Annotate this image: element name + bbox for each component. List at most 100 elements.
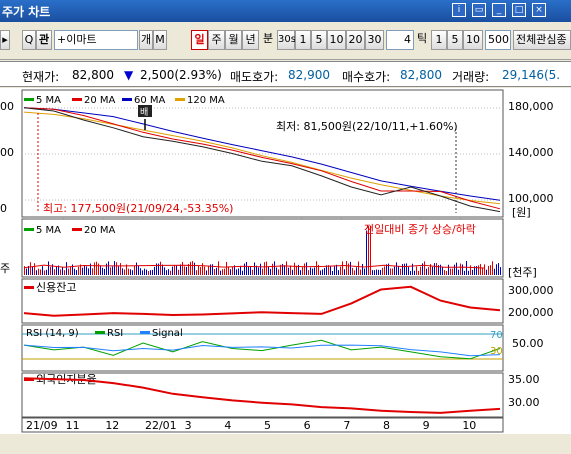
volume-bar: [402, 264, 403, 275]
volume-annotation: 전일대비 종가 상승/하락: [364, 222, 476, 236]
volume-bar: [78, 266, 79, 275]
volume-bar: [226, 261, 227, 275]
volume-bar: [392, 268, 393, 275]
period-week[interactable]: 주: [208, 30, 225, 50]
dropdown-arrow-icon[interactable]: ▸: [0, 30, 10, 50]
period-year[interactable]: 년: [242, 30, 259, 50]
volume-bar: [198, 265, 199, 275]
volume-bar: [242, 270, 243, 275]
volume-bar: [356, 267, 357, 275]
vol-legend-5ma: 5 MA: [36, 225, 61, 236]
tick-input[interactable]: 4: [386, 30, 414, 50]
volume-bar: [418, 270, 419, 275]
volume-bar: [488, 265, 489, 275]
left-tick-3: 0: [0, 202, 7, 215]
volume-bar: [152, 269, 153, 275]
info-icon[interactable]: i: [452, 3, 466, 17]
volume-bar: [250, 267, 251, 275]
volume-bar: [244, 263, 245, 275]
x-axis: 21/09 11 12 22/01 3 4 5 6 7 8 9 10: [21, 417, 504, 433]
minimize-icon[interactable]: _: [492, 3, 506, 17]
down-triangle-icon: ▼: [124, 68, 134, 82]
volume-bar: [124, 269, 125, 275]
tick-5[interactable]: 5: [447, 30, 463, 50]
signal-legend: Signal: [152, 328, 183, 339]
volume-bar: [492, 261, 493, 275]
left-tick-2: 00: [0, 146, 14, 159]
volume-bar: [40, 269, 41, 275]
search-icon[interactable]: Q: [22, 30, 36, 50]
volume-bar: [160, 261, 161, 275]
volume-bar: [448, 264, 449, 275]
marker-label: 배: [140, 107, 148, 118]
volume-bar: [288, 267, 289, 275]
bottom-scrollbar[interactable]: [0, 434, 571, 451]
period-day[interactable]: 일: [191, 30, 208, 50]
volume-bar: [420, 266, 421, 275]
minute-1[interactable]: 1: [295, 30, 311, 50]
volume-bar: [118, 266, 119, 275]
volume-bar: [146, 269, 147, 275]
volume-bar: [240, 265, 241, 275]
watchlist-button[interactable]: 전체관심종: [513, 30, 571, 50]
minute-5[interactable]: 5: [311, 30, 327, 50]
volume-bar: [398, 266, 399, 275]
restore-icon[interactable]: ▭: [472, 3, 486, 17]
volume-bar: [494, 268, 495, 275]
volume-bar: [454, 264, 455, 275]
count-input[interactable]: 500: [485, 30, 511, 50]
volume-bar: [82, 267, 83, 275]
volume-bar: [272, 263, 273, 275]
volume-bar: [480, 264, 481, 275]
volume-bar: [490, 265, 491, 275]
volume-bar: [306, 262, 307, 275]
period-month[interactable]: 월: [225, 30, 242, 50]
x-tick-label: 8: [383, 419, 390, 432]
volume-bar: [452, 268, 453, 275]
minute-10[interactable]: 10: [327, 30, 346, 50]
minute-30[interactable]: 30: [365, 30, 384, 50]
volume-bar: [170, 270, 171, 275]
volume-bar: [74, 268, 75, 275]
chart-area[interactable]: 5 MA 20 MA 60 MA 120 MA 배 최고: 177,500원(2…: [0, 88, 571, 451]
volume-bar: [224, 268, 225, 275]
volume-bar: [364, 268, 365, 275]
volume-bar: [358, 261, 359, 275]
volume-bar: [360, 269, 361, 275]
minute-20[interactable]: 20: [346, 30, 365, 50]
x-tick-label: 3: [185, 419, 192, 432]
volume-bar: [208, 266, 209, 275]
foreign-panel: 외국인지분율 35.00 30.00: [21, 372, 540, 418]
volume-bar: [108, 261, 109, 275]
toolbar: ▸ Q 관 +이마트 개 M 일 주 월 년 분 30s 1 5 10 20 3…: [0, 22, 571, 60]
mode-button-1[interactable]: 개: [139, 30, 153, 50]
legend-20ma: 20 MA: [84, 95, 116, 106]
volume-bar: [290, 265, 291, 275]
stock-name-input[interactable]: +이마트: [54, 30, 138, 50]
rsi-level-30: 30: [490, 346, 503, 357]
rsi-tick-50: 50.00: [512, 337, 544, 350]
minute-30s[interactable]: 30s: [277, 30, 296, 50]
tick-10[interactable]: 10: [463, 30, 483, 50]
volume-bar: [270, 268, 271, 275]
maximize-icon[interactable]: □: [512, 3, 526, 17]
volume-bar: [260, 263, 261, 275]
volume-bar: [500, 267, 501, 275]
chart-svg[interactable]: 5 MA 20 MA 60 MA 120 MA 배 최고: 177,500원(2…: [0, 88, 571, 451]
mode-button-2[interactable]: M: [153, 30, 167, 50]
volume-bar: [68, 268, 69, 275]
volume-bar: [30, 262, 31, 275]
tick-1[interactable]: 1: [431, 30, 447, 50]
volume-bar: [84, 266, 85, 275]
volume-bar: [314, 267, 315, 275]
volume-bar: [310, 267, 311, 275]
volume-bar: [468, 270, 469, 275]
close-icon[interactable]: ×: [532, 3, 546, 17]
volume-bar: [228, 267, 229, 275]
volume-bar: [106, 263, 107, 275]
volume-bar: [264, 262, 265, 275]
volume-bar: [278, 269, 279, 275]
volume-bar: [296, 265, 297, 275]
volume-bar: [262, 268, 263, 275]
ticker-button[interactable]: 관: [36, 30, 52, 50]
